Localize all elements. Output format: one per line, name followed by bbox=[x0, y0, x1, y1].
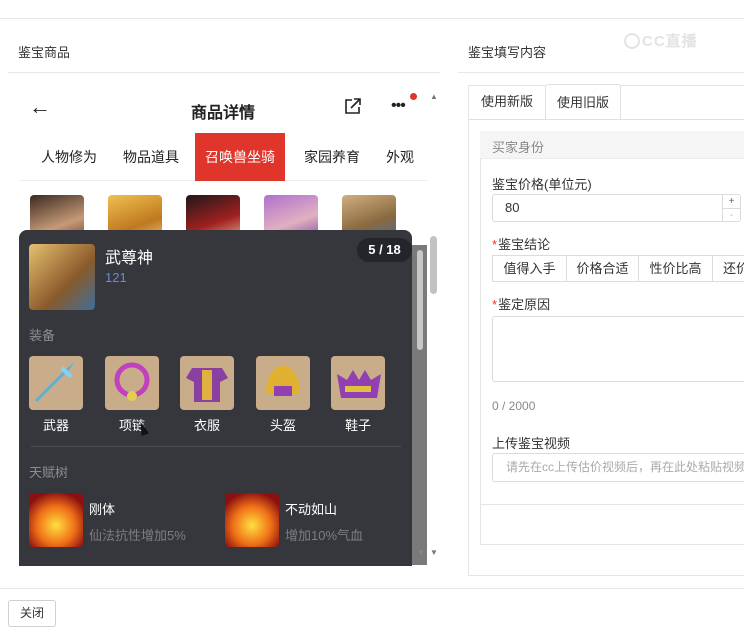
fire-icon bbox=[29, 493, 83, 547]
fire-icon bbox=[225, 493, 279, 547]
watermark-logo-icon bbox=[624, 33, 640, 49]
shoes-icon bbox=[331, 356, 385, 410]
summon-level: 121 bbox=[105, 270, 127, 285]
right-section-title: 鉴宝填写内容 bbox=[468, 45, 547, 60]
talent-name: 刚体 bbox=[89, 502, 116, 517]
bottom-divider bbox=[0, 588, 744, 589]
tab-home[interactable]: 家园养育 bbox=[304, 133, 360, 181]
tab-old-version[interactable]: 使用旧版 bbox=[545, 84, 622, 120]
panel-divider bbox=[31, 446, 401, 447]
talent-section-title: 天赋树 bbox=[29, 465, 69, 480]
equip-label: 头盔 bbox=[269, 418, 296, 433]
category-tabs: ' 人物修为 物品道具 召唤兽坐骑 家园养育 外观 bbox=[19, 133, 427, 181]
equip-shoes[interactable]: 鞋子 bbox=[330, 356, 386, 434]
phone-header: ← 商品详情 ••• bbox=[19, 85, 427, 131]
equip-helmet[interactable]: 头盔 bbox=[255, 356, 311, 434]
helmet-icon bbox=[256, 356, 310, 410]
phone-scroll-down-icon[interactable]: ▼ bbox=[417, 548, 425, 557]
summon-detail-panel: 武尊神 121 5 / 18 装备 武器 项链 衣服 头盔 鞋子 天赋树 刚体 … bbox=[19, 230, 412, 566]
equip-armor[interactable]: 衣服 bbox=[179, 356, 235, 434]
equip-label: 鞋子 bbox=[344, 418, 371, 433]
phone-scrollbar-thumb[interactable] bbox=[417, 250, 423, 350]
conclusion-option[interactable]: 还价 bbox=[712, 255, 744, 282]
tab-summons[interactable]: 召唤兽坐骑 bbox=[195, 133, 285, 181]
scroll-down-arrow-icon[interactable]: ▼ bbox=[430, 548, 438, 557]
phone-title: 商品详情 bbox=[190, 105, 255, 122]
buyer-identity-header: 买家身份 bbox=[492, 140, 545, 155]
form-tab-divider bbox=[468, 119, 744, 120]
share-icon[interactable] bbox=[344, 98, 361, 115]
conclusion-label: *鉴宝结论 bbox=[492, 237, 551, 252]
reason-label: *鉴定原因 bbox=[492, 297, 551, 312]
right-header-divider bbox=[458, 72, 744, 73]
necklace-icon bbox=[105, 356, 159, 410]
conclusion-option[interactable]: 性价比高 bbox=[638, 255, 713, 282]
form-card-footer-divider bbox=[480, 504, 744, 505]
price-input[interactable]: 80 bbox=[492, 194, 741, 222]
price-label: 鉴宝价格(单位元) bbox=[492, 177, 592, 192]
tab-appearance[interactable]: 外观 bbox=[386, 133, 414, 181]
equip-weapon[interactable]: 武器 bbox=[28, 356, 84, 434]
more-icon[interactable]: ••• bbox=[391, 97, 406, 115]
notification-dot bbox=[410, 93, 417, 100]
conclusion-option[interactable]: 值得入手 bbox=[492, 255, 567, 282]
close-button[interactable]: 关闭 bbox=[8, 600, 56, 627]
reason-textarea[interactable] bbox=[492, 316, 744, 382]
talent-desc: 仙法抗性增加5% bbox=[89, 528, 186, 543]
equip-label: 衣服 bbox=[193, 418, 220, 433]
armor-icon bbox=[180, 356, 234, 410]
summon-avatar bbox=[29, 244, 95, 310]
talent-desc: 增加10%气血 bbox=[285, 528, 364, 543]
tab-new-version[interactable]: 使用新版 bbox=[470, 84, 544, 120]
left-section-title: 鉴宝商品 bbox=[18, 45, 71, 60]
summon-name: 武尊神 bbox=[105, 250, 154, 267]
equip-section-title: 装备 bbox=[29, 328, 56, 343]
equip-label: 项链 bbox=[118, 418, 145, 433]
top-divider bbox=[0, 18, 744, 19]
video-url-input[interactable]: 请先在cc上传估价视频后，再在此处粘贴视频 bbox=[492, 453, 744, 482]
talent-name: 不动如山 bbox=[285, 502, 338, 517]
outer-scrollbar-thumb[interactable] bbox=[430, 236, 437, 294]
equip-necklace[interactable]: 项链 bbox=[104, 356, 160, 434]
stepper-minus-icon[interactable]: - bbox=[723, 208, 740, 221]
price-stepper[interactable]: + - bbox=[722, 195, 740, 221]
tab-character[interactable]: 人物修为 bbox=[41, 133, 97, 181]
page-counter: 5 / 18 bbox=[357, 238, 412, 262]
watermark: CC直播 bbox=[624, 30, 698, 51]
left-header-divider bbox=[8, 72, 440, 73]
weapon-icon bbox=[29, 356, 83, 410]
scroll-up-arrow-icon[interactable]: ▲ bbox=[430, 92, 438, 101]
video-label: 上传鉴宝视频 bbox=[492, 436, 571, 451]
tab-items[interactable]: 物品道具 bbox=[123, 133, 179, 181]
stepper-plus-icon[interactable]: + bbox=[723, 195, 740, 208]
conclusion-option[interactable]: 价格合适 bbox=[566, 255, 639, 282]
equip-label: 武器 bbox=[42, 418, 69, 433]
char-count: 0 / 2000 bbox=[492, 399, 536, 413]
